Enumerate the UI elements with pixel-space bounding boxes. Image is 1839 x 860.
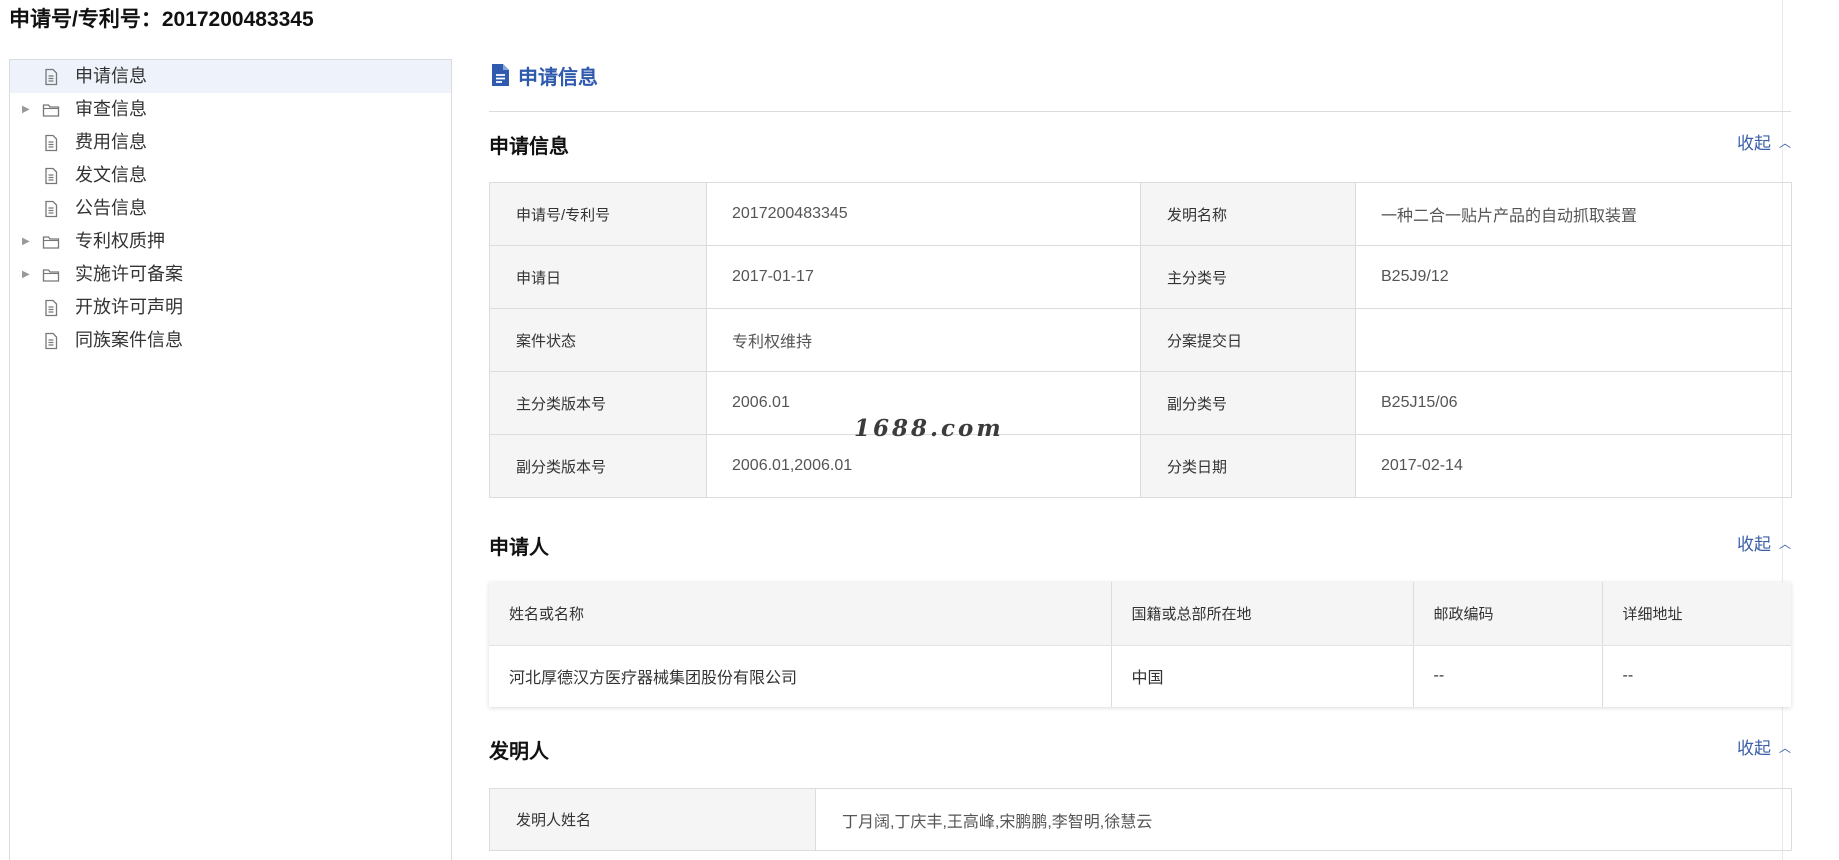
sidebar-item-label: 申请信息: [75, 66, 147, 86]
field-value: 2017200483345: [706, 182, 1141, 246]
collapse-label: 收起: [1736, 134, 1771, 153]
main-content: 申请信息 申请信息 收起 ︿ 申请号/专利号 2017200483345 发明名称…: [489, 0, 1792, 860]
section-title-inventor: 发明人: [489, 741, 549, 763]
caret-right-icon[interactable]: ▶: [22, 258, 30, 291]
sidebar-item-label: 公告信息: [75, 198, 147, 218]
document-icon: [42, 332, 60, 350]
folder-icon: [42, 101, 60, 119]
table-row: 副分类版本号 2006.01,2006.01 分类日期 2017-02-14: [489, 434, 1792, 498]
field-label: 副分类版本号: [489, 434, 707, 498]
table-row: 主分类版本号 2006.01 副分类号 B25J15/06: [489, 371, 1792, 435]
section-title-applicant: 申请人: [489, 537, 549, 559]
table-row: 申请日 2017-01-17 主分类号 B25J9/12: [489, 245, 1792, 309]
field-label: 分案提交日: [1140, 308, 1356, 372]
field-value: 一种二合一贴片产品的自动抓取装置: [1355, 182, 1792, 246]
sidebar-tree: 申请信息 ▶ 审查信息 费用信息 发文信息 公告信息 ▶ 专利权质押 ▶ 实施许…: [9, 59, 452, 860]
sidebar-item-dispatch-info[interactable]: 发文信息: [10, 159, 451, 192]
field-label: 副分类号: [1140, 371, 1356, 435]
document-icon: [42, 68, 60, 86]
folder-icon: [42, 266, 60, 284]
column-header: 国籍或总部所在地: [1111, 582, 1414, 646]
column-header: 详细地址: [1602, 582, 1791, 646]
sidebar-item-family-cases[interactable]: 同族案件信息: [10, 324, 451, 357]
sidebar-item-label: 同族案件信息: [75, 330, 183, 350]
collapse-button-inventor[interactable]: 收起 ︿: [1737, 733, 1791, 765]
table-row: 发明人姓名 丁月阔,丁庆丰,王高峰,宋鹏鹏,李智明,徐慧云: [489, 788, 1792, 851]
caret-right-icon[interactable]: ▶: [22, 225, 30, 258]
field-value: B25J9/12: [1355, 245, 1792, 309]
chevron-up-icon: ︿: [1778, 136, 1791, 150]
application-info-table: 申请号/专利号 2017200483345 发明名称 一种二合一贴片产品的自动抓…: [489, 182, 1792, 498]
document-icon: [42, 299, 60, 317]
column-header: 姓名或名称: [489, 582, 1112, 646]
field-label: 主分类版本号: [489, 371, 707, 435]
table-cell: 河北厚德汉方医疗器械集团股份有限公司: [489, 645, 1112, 707]
field-label: 申请日: [489, 245, 707, 309]
collapse-label: 收起: [1736, 535, 1771, 554]
field-label: 案件状态: [489, 308, 707, 372]
watermark: 1688.com: [854, 415, 1004, 442]
document-icon: [42, 167, 60, 185]
section-title-application-info: 申请信息: [489, 136, 569, 158]
table-row: 案件状态 专利权维持 分案提交日: [489, 308, 1792, 372]
document-icon: [42, 200, 60, 218]
content-header-title: 申请信息: [518, 66, 598, 89]
collapse-button-applicant[interactable]: 收起 ︿: [1737, 529, 1791, 561]
field-label: 分类日期: [1140, 434, 1356, 498]
sidebar-item-patent-pledge[interactable]: ▶ 专利权质押: [10, 225, 451, 258]
sidebar-item-label: 审查信息: [75, 99, 147, 119]
field-value: B25J15/06: [1355, 371, 1792, 435]
sidebar-item-application-info[interactable]: 申请信息: [10, 60, 451, 93]
page-title: 申请号/专利号：2017200483345: [9, 8, 314, 31]
sidebar-item-label: 实施许可备案: [75, 264, 183, 284]
field-value: 2006.01,2006.01: [706, 434, 1141, 498]
applicant-table: 姓名或名称 国籍或总部所在地 邮政编码 详细地址 河北厚德汉方医疗器械集团股份有…: [489, 582, 1791, 707]
collapse-button-application-info[interactable]: 收起 ︿: [1737, 128, 1791, 160]
table-row: 申请号/专利号 2017200483345 发明名称 一种二合一贴片产品的自动抓…: [489, 182, 1792, 246]
content-header: 申请信息: [489, 57, 598, 93]
field-label: 申请号/专利号: [489, 182, 707, 246]
field-label: 主分类号: [1140, 245, 1356, 309]
sidebar-item-label: 发文信息: [75, 165, 147, 185]
sidebar-item-examination-info[interactable]: ▶ 审查信息: [10, 93, 451, 126]
field-value: 2017-02-14: [1355, 434, 1792, 498]
folder-icon: [42, 233, 60, 251]
sidebar-item-fee-info[interactable]: 费用信息: [10, 126, 451, 159]
sidebar-item-label: 费用信息: [75, 132, 147, 152]
field-label: 发明名称: [1140, 182, 1356, 246]
chevron-up-icon: ︿: [1778, 537, 1791, 551]
chevron-up-icon: ︿: [1778, 741, 1791, 755]
field-value: 专利权维持: [706, 308, 1141, 372]
caret-right-icon[interactable]: ▶: [22, 93, 30, 126]
field-value: [1355, 308, 1792, 372]
field-value: 丁月阔,丁庆丰,王高峰,宋鹏鹏,李智明,徐慧云: [815, 788, 1792, 851]
field-value: 2017-01-17: [706, 245, 1141, 309]
document-icon: [489, 63, 511, 87]
table-row: 河北厚德汉方医疗器械集团股份有限公司 中国 -- --: [489, 645, 1791, 707]
table-header-row: 姓名或名称 国籍或总部所在地 邮政编码 详细地址: [489, 582, 1791, 646]
column-header: 邮政编码: [1413, 582, 1603, 646]
sidebar-item-announcement-info[interactable]: 公告信息: [10, 192, 451, 225]
sidebar-item-license-record[interactable]: ▶ 实施许可备案: [10, 258, 451, 291]
table-cell: --: [1413, 645, 1603, 707]
collapse-label: 收起: [1736, 739, 1771, 758]
sidebar-item-label: 专利权质押: [75, 231, 165, 251]
document-icon: [42, 134, 60, 152]
table-cell: 中国: [1111, 645, 1414, 707]
inventor-table: 发明人姓名 丁月阔,丁庆丰,王高峰,宋鹏鹏,李智明,徐慧云: [489, 788, 1792, 851]
field-label: 发明人姓名: [489, 788, 816, 851]
divider: [489, 111, 1791, 112]
sidebar-item-open-license[interactable]: 开放许可声明: [10, 291, 451, 324]
sidebar-item-label: 开放许可声明: [75, 297, 183, 317]
table-cell: --: [1602, 645, 1791, 707]
